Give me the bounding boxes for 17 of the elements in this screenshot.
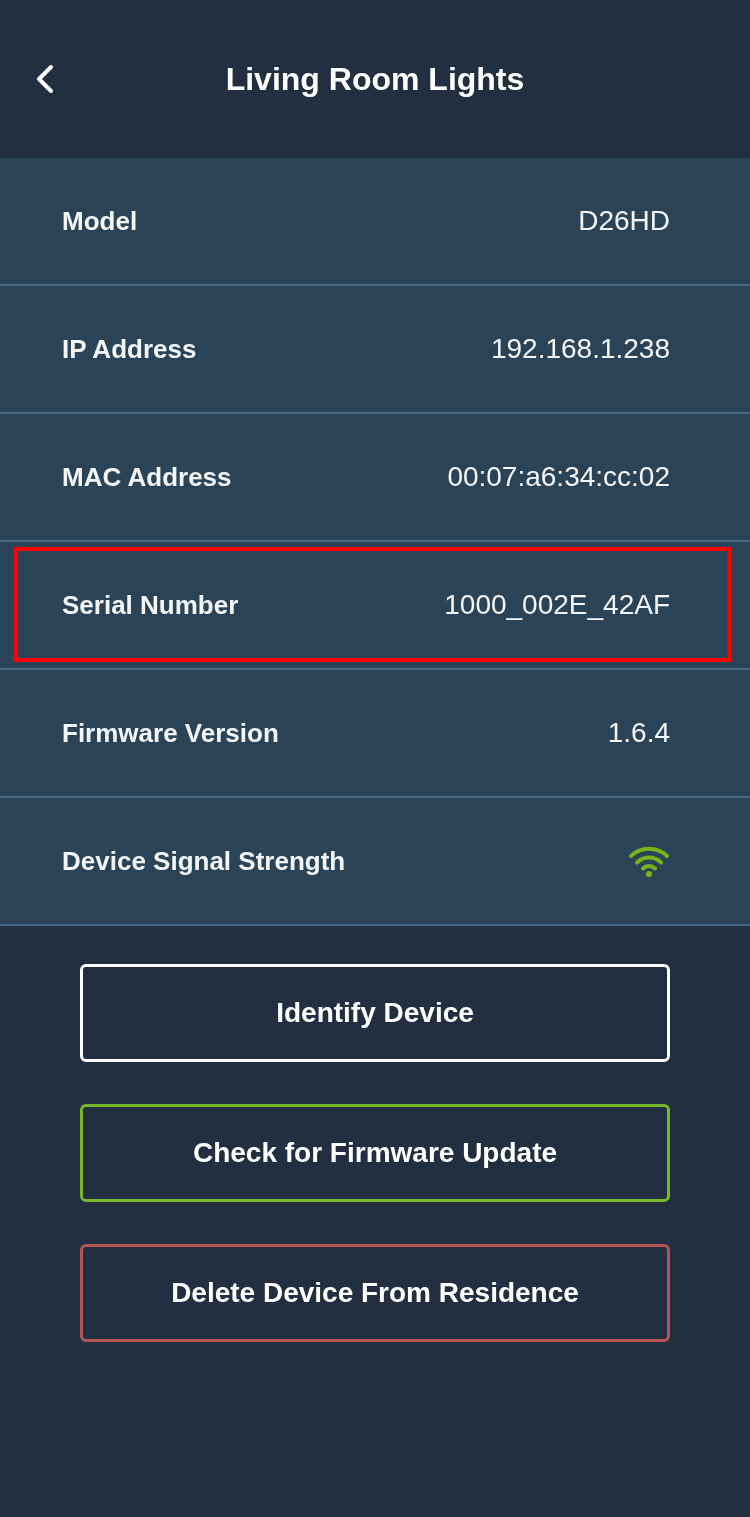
detail-value: 1000_002E_42AF bbox=[444, 589, 670, 621]
detail-label: Model bbox=[62, 205, 138, 237]
detail-value: D26HD bbox=[578, 205, 670, 237]
detail-label: IP Address bbox=[62, 333, 197, 365]
detail-value: 00:07:a6:34:cc:02 bbox=[447, 461, 670, 493]
chevron-left-icon bbox=[36, 64, 54, 94]
detail-label: MAC Address bbox=[62, 461, 232, 493]
delete-button[interactable]: Delete Device From Residence bbox=[80, 1244, 670, 1342]
detail-label: Serial Number bbox=[62, 589, 239, 621]
detail-label: Device Signal Strength bbox=[62, 845, 346, 877]
detail-label: Firmware Version bbox=[62, 717, 279, 749]
detail-value: 1.6.4 bbox=[607, 717, 670, 749]
identify-button[interactable]: Identify Device bbox=[80, 964, 670, 1062]
detail-value: 192.168.1.238 bbox=[490, 333, 670, 365]
screen-title: Living Room Lights bbox=[225, 60, 525, 99]
update-button[interactable]: Check for Firmware Update bbox=[80, 1104, 670, 1202]
wifi-signal-icon bbox=[628, 845, 670, 877]
